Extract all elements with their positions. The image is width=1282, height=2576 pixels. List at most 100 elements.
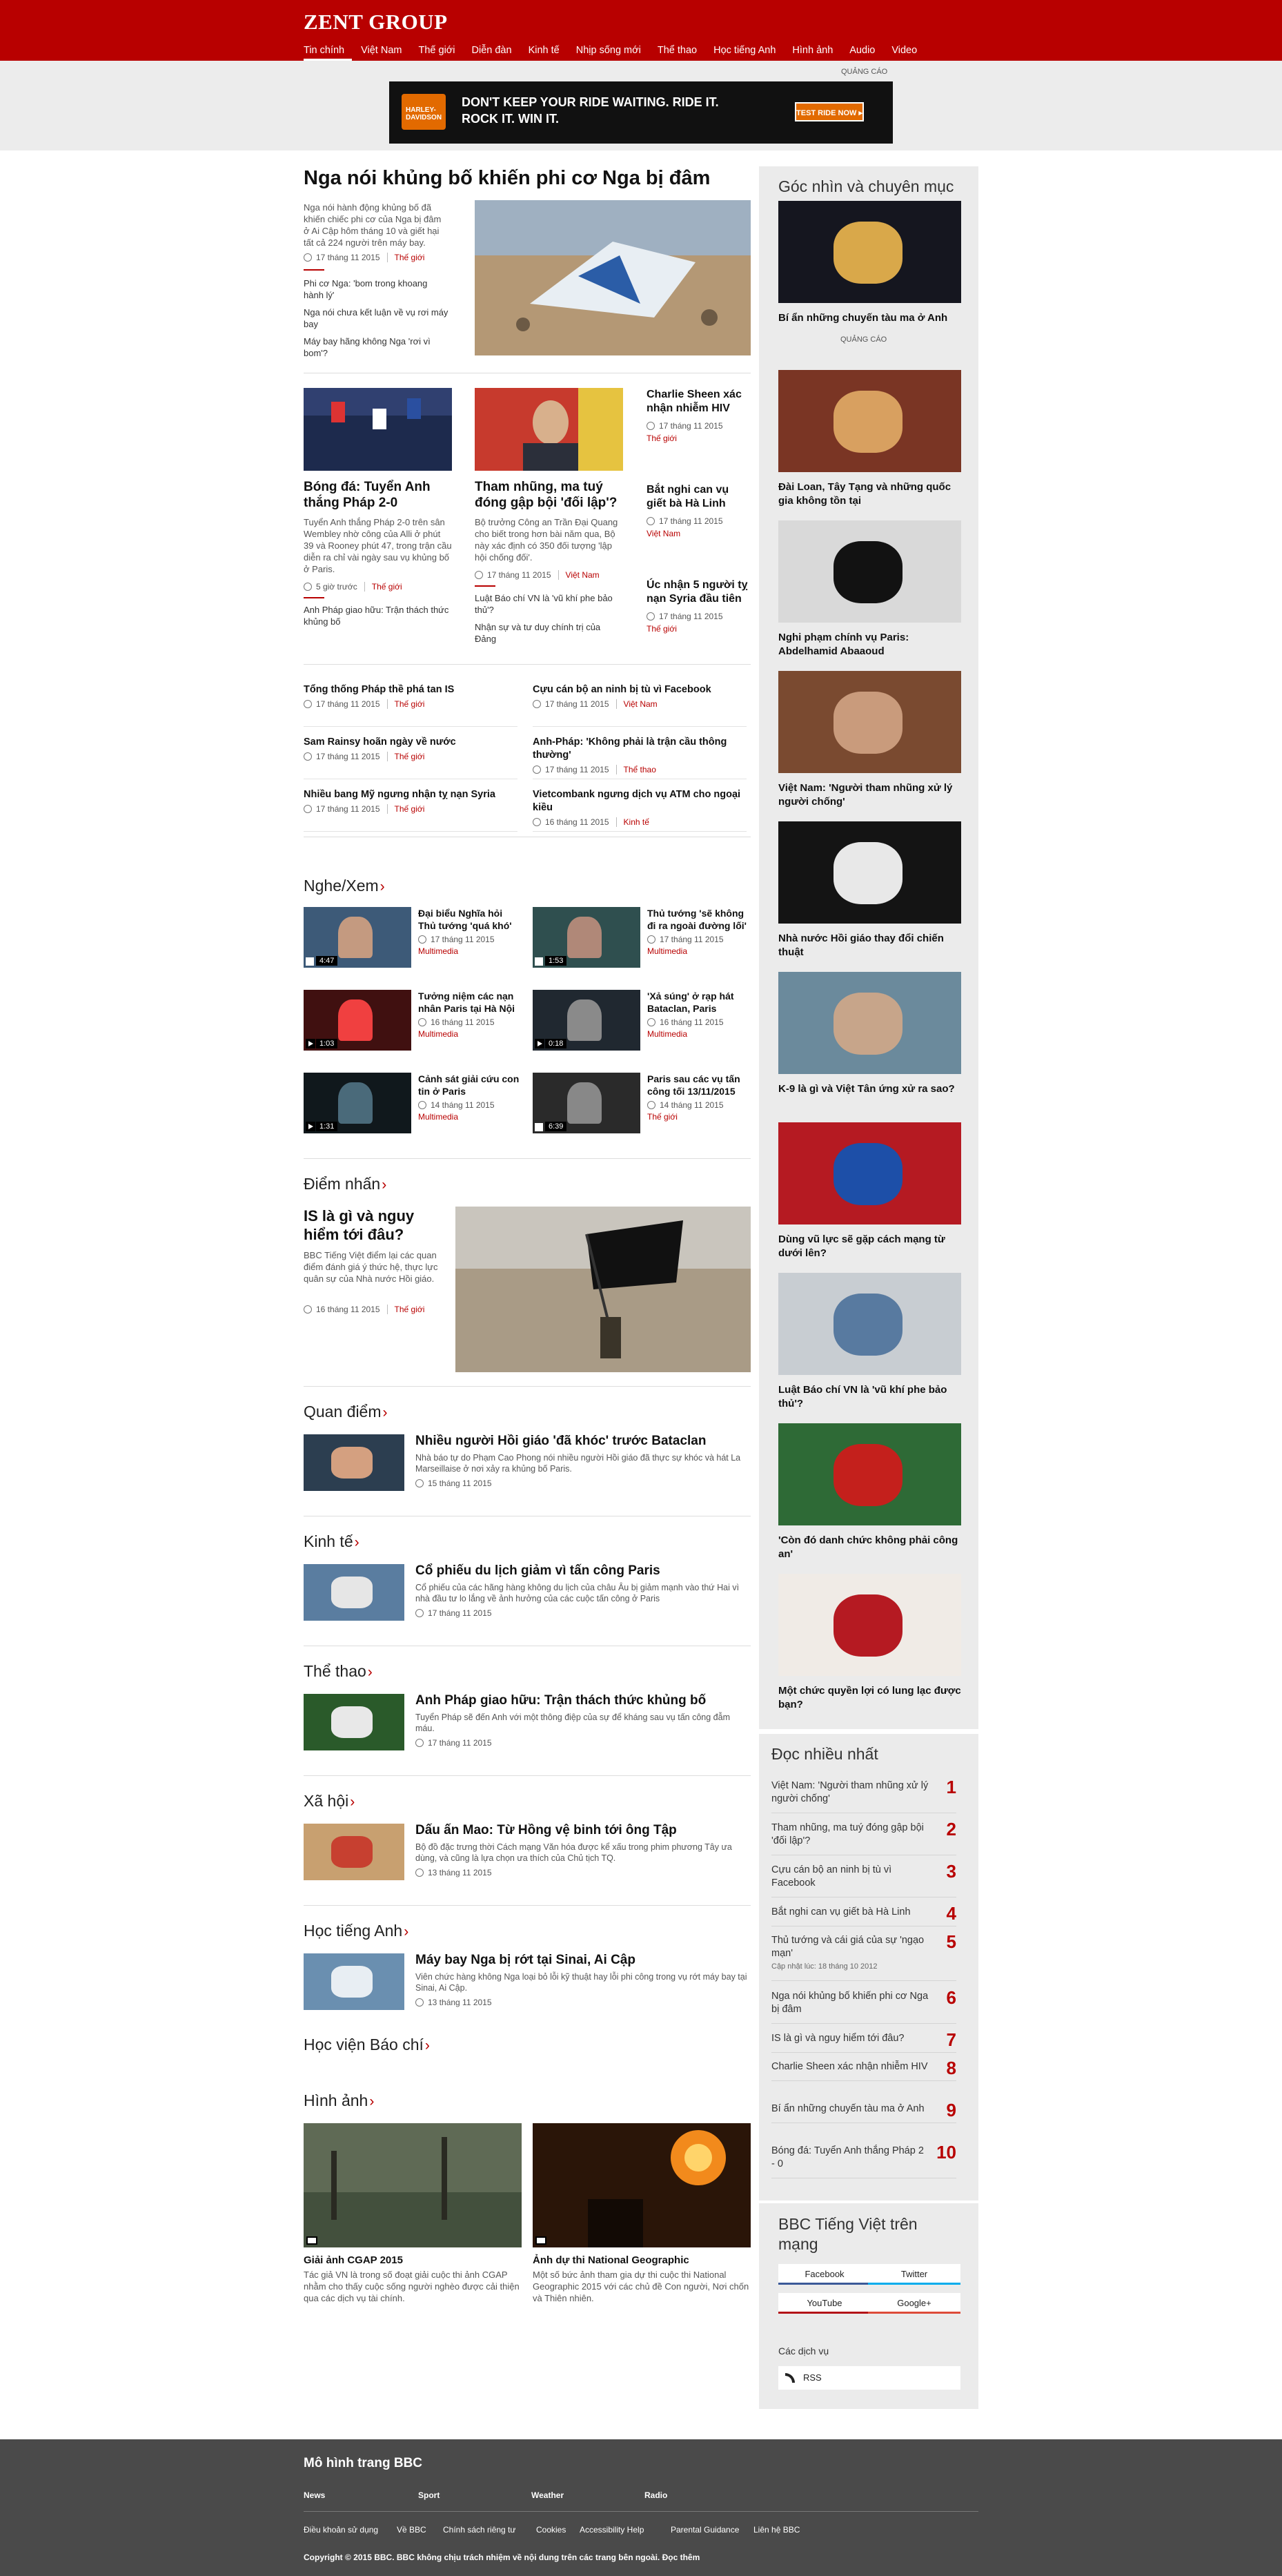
sidebar-feature-caption[interactable]: 'Còn đó danh chức không phải công an' <box>778 1534 961 1561</box>
nav-item-nhip-song-moi[interactable]: Nhịp sống mới <box>576 43 649 61</box>
twitter-button[interactable]: Twitter <box>868 2264 960 2285</box>
brief-title[interactable]: Nhiều bang Mỹ ngưng nhận tỵ nạn Syria <box>304 788 517 801</box>
brief-title[interactable]: Cựu cán bộ an ninh bị tù vì Facebook <box>533 683 747 696</box>
sidebar-feature-caption[interactable]: Việt Nam: 'Người tham nhũng xử lý người … <box>778 781 961 809</box>
is-flag-image[interactable] <box>455 1207 751 1372</box>
brief-title[interactable]: Vietcombank ngưng dịch vụ ATM cho ngoại … <box>533 788 747 814</box>
footer-link-sport[interactable]: Sport <box>418 2490 440 2500</box>
section-header[interactable]: Kinh tế› <box>304 1532 359 1551</box>
footer-small-link[interactable]: Cookies <box>536 2525 566 2535</box>
sidebar-feature-image[interactable] <box>778 1574 961 1676</box>
most-read-item[interactable]: IS là gì và nguy hiểm tới đâu? 7 <box>771 2031 956 2053</box>
sidebar-feature-image[interactable] <box>778 1273 961 1375</box>
section-header[interactable]: Thể thao› <box>304 1662 373 1681</box>
top-story-1-related[interactable]: Anh Pháp giao hữu: Trận thách thức khủng… <box>304 604 452 627</box>
diem-nhan-title[interactable]: IS là gì và nguy hiểm tới đâu? <box>304 1207 442 1244</box>
ad-banner[interactable]: HARLEY-DAVIDSON DON'T KEEP YOUR RIDE WAI… <box>389 81 893 144</box>
media-thumbnail[interactable]: 1:03 <box>304 990 411 1051</box>
nav-item-video[interactable]: Video <box>891 43 925 61</box>
ad-cta-button[interactable]: TEST RIDE NOW ▸ <box>795 102 864 121</box>
category-link[interactable]: Thế giới <box>386 752 424 761</box>
section-thumbnail[interactable] <box>304 1824 404 1880</box>
most-read-item[interactable]: Cựu cán bộ an ninh bị tù vì Facebook 3 <box>771 1862 956 1897</box>
rss-link[interactable]: RSS <box>778 2366 960 2390</box>
photo-item-1-title[interactable]: Giải ảnh CGAP 2015 <box>304 2254 522 2266</box>
most-read-item[interactable]: Thủ tướng và cái giá của sự 'ngạo mạn' Cậ… <box>771 1933 956 1981</box>
minister-image[interactable] <box>475 388 623 471</box>
media-thumbnail[interactable]: 1:53 <box>533 907 640 968</box>
google-plus-button[interactable]: Google+ <box>868 2293 960 2314</box>
youtube-button[interactable]: YouTube <box>778 2293 871 2314</box>
footer-small-link[interactable]: Liên hệ BBC <box>753 2525 800 2535</box>
top-story-2-related-1[interactable]: Luật Báo chí VN là 'vũ khí phe bảo thủ'? <box>475 592 623 616</box>
media-category[interactable]: Multimedia <box>418 1112 522 1122</box>
section-thumbnail[interactable] <box>304 1434 404 1491</box>
media-thumbnail[interactable]: 1:31 <box>304 1073 411 1133</box>
section-story-title[interactable]: Máy bay Nga bị rớt tại Sinai, Ai Cập <box>415 1952 751 1968</box>
nav-item-dien-dan[interactable]: Diễn đàn <box>472 43 520 61</box>
top-story-2-category[interactable]: Việt Nam <box>558 570 600 580</box>
crowd-image[interactable] <box>304 388 452 471</box>
nav-item-kinh-te[interactable]: Kinh tế <box>529 43 567 61</box>
footer-small-link[interactable]: Về BBC <box>397 2525 426 2535</box>
section-header[interactable]: Học tiếng Anh› <box>304 1922 408 1940</box>
top-story-1-category[interactable]: Thế giới <box>364 582 402 592</box>
nav-item-tin-chinh[interactable]: Tin chính <box>304 43 353 61</box>
most-read-item[interactable]: Bí ẩn những chuyến tàu ma ở Anh 9 <box>771 2101 956 2123</box>
footer-small-link[interactable]: Parental Guidance <box>671 2525 739 2535</box>
section-header[interactable]: Quan điểm› <box>304 1403 388 1421</box>
nav-item-audio[interactable]: Audio <box>849 43 882 61</box>
diem-nhan-category[interactable]: Thế giới <box>386 1305 424 1314</box>
category-link[interactable]: Thế giới <box>386 699 424 709</box>
media-title[interactable]: Đại biểu Nghĩa hỏi Thủ tướng 'quá khó' <box>418 907 522 932</box>
top-story-2-title[interactable]: Tham nhũng, ma tuý đóng gập bội 'đối lập… <box>475 479 623 511</box>
sidebar-feature-caption[interactable]: Luật Báo chí VN là 'vũ khí phe bảo thủ'? <box>778 1383 961 1411</box>
facebook-button[interactable]: Facebook <box>778 2264 871 2285</box>
right-headline-2-category[interactable]: Việt Nam <box>647 529 751 538</box>
section-story-title[interactable]: Cổ phiếu du lịch giảm vì tấn công Paris <box>415 1563 751 1579</box>
section-header-hoc-vien[interactable]: Học viện Báo chí› <box>304 2036 430 2054</box>
nav-item-hoc-tieng-anh[interactable]: Học tiếng Anh <box>713 43 783 61</box>
sidebar-feature-image[interactable] <box>778 370 961 472</box>
sidebar-feature-image[interactable] <box>778 1423 961 1525</box>
section-story-title[interactable]: Anh Pháp giao hữu: Trận thách thức khủng… <box>415 1692 751 1708</box>
section-story-title[interactable]: Nhiều người Hồi giáo 'đã khóc' trước Bat… <box>415 1433 751 1449</box>
right-headline-2-title[interactable]: Bắt nghi can vụ giết bà Hà Linh <box>647 483 751 511</box>
section-story-title[interactable]: Dấu ấn Mao: Từ Hồng vệ binh tới ông Tập <box>415 1822 751 1838</box>
most-read-item[interactable]: Tham nhũng, ma tuý đóng gập bội 'đối lập… <box>771 1820 956 1855</box>
sidebar-feature-caption[interactable]: Đài Loan, Tây Tạng và những quốc gia khô… <box>778 480 961 508</box>
sidebar-feature-caption[interactable]: Bí ẩn những chuyến tàu ma ở Anh <box>778 311 961 325</box>
media-thumbnail[interactable]: 4:47 <box>304 907 411 968</box>
section-header-hinh-anh[interactable]: Hình ảnh› <box>304 2091 374 2110</box>
photo-item-2-title[interactable]: Ảnh dự thi National Geographic <box>533 2254 751 2266</box>
lead-related-1[interactable]: Phi cơ Nga: 'bom trong khoang hành lý' <box>304 277 448 301</box>
right-headline-1-title[interactable]: Charlie Sheen xác nhận nhiễm HIV <box>647 388 751 416</box>
nav-item-the-thao[interactable]: Thể thao <box>658 43 704 61</box>
media-title[interactable]: Thủ tướng 'sẽ không đi ra ngoài đường lố… <box>647 907 751 932</box>
footer-small-link[interactable]: Điều khoản sử dụng <box>304 2525 378 2535</box>
top-story-2-related-2[interactable]: Nhận sự và tư duy chính trị của Đảng <box>475 621 623 645</box>
sidebar-feature-image[interactable] <box>778 972 961 1074</box>
nav-item-the-gioi[interactable]: Thế giới <box>418 43 462 61</box>
media-thumbnail[interactable]: 6:39 <box>533 1073 640 1133</box>
top-story-1-title[interactable]: Bóng đá: Tuyển Anh thắng Pháp 2-0 <box>304 479 452 511</box>
right-headline-3-category[interactable]: Thế giới <box>647 624 751 634</box>
sidebar-feature-image[interactable] <box>778 520 961 623</box>
most-read-item[interactable]: Nga nói khủng bố khiến phi cơ Nga bị đâm… <box>771 1989 956 2024</box>
footer-link-weather[interactable]: Weather <box>531 2490 564 2500</box>
media-thumbnail[interactable]: 0:18 <box>533 990 640 1051</box>
most-read-item[interactable]: Charlie Sheen xác nhận nhiễm HIV 8 <box>771 2059 956 2081</box>
lead-category[interactable]: Thế giới <box>386 253 424 262</box>
sidebar-feature-image[interactable] <box>778 201 961 303</box>
lead-related-2[interactable]: Nga nói chưa kết luận về vụ rơi máy bay <box>304 306 448 330</box>
sidebar-feature-caption[interactable]: Nhà nước Hồi giáo thay đổi chiến thuật <box>778 932 961 959</box>
nav-item-hinh-anh[interactable]: Hình ảnh <box>792 43 840 61</box>
sidebar-feature-caption[interactable]: Dùng vũ lực sẽ gặp cách mạng từ dưới lên… <box>778 1233 961 1260</box>
sidebar-feature-caption[interactable]: Nghi phạm chính vụ Paris: Abdelhamid Aba… <box>778 631 961 658</box>
sidebar-feature-image[interactable] <box>778 1122 961 1224</box>
most-read-item[interactable]: Bắt nghi can vụ giết bà Hà Linh 4 <box>771 1904 956 1926</box>
sidebar-feature-caption[interactable]: Một chức quyền lợi có lung lạc được bạn? <box>778 1684 961 1712</box>
media-title[interactable]: Paris sau các vụ tấn công tối 13/11/2015 <box>647 1073 751 1097</box>
sidebar-feature-image[interactable] <box>778 821 961 924</box>
most-read-item[interactable]: Việt Nam: 'Người tham nhũng xử lý người … <box>771 1778 956 1813</box>
